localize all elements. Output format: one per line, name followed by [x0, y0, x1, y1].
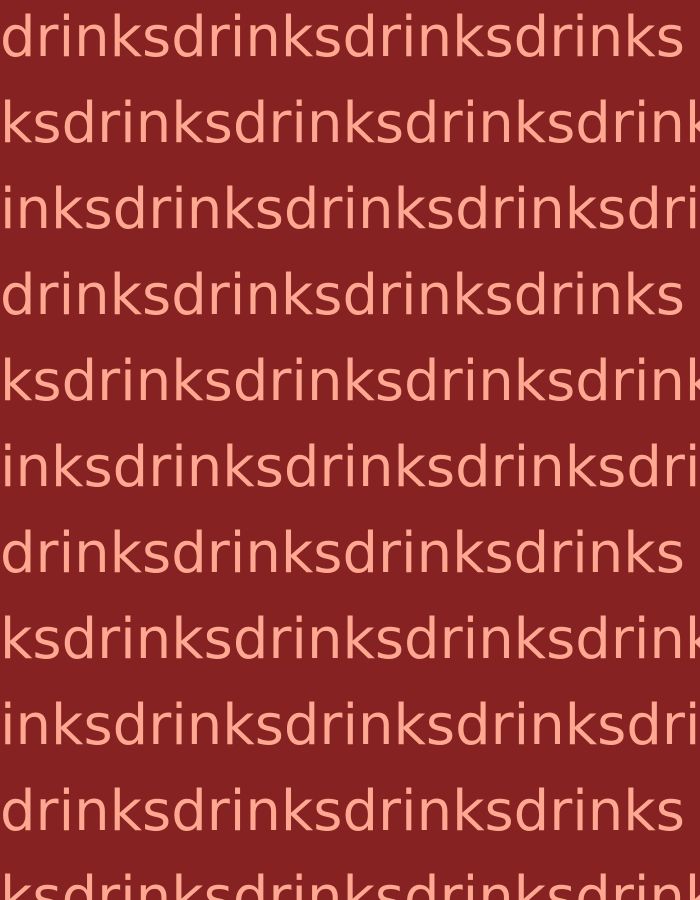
pattern-row-text: drinksdrinksdrinksdrinks — [0, 521, 685, 586]
repeating-word-pattern: drinksdrinksdrinksdrinks ksdrinksdrinksd… — [0, 0, 700, 900]
pattern-row: ksdrinksdrinksdrinksdrinks — [0, 597, 700, 683]
pattern-row-text: inksdrinksdrinksdrinksdrinks — [0, 693, 700, 758]
pattern-row-text: ksdrinksdrinksdrinksdrinks — [0, 607, 700, 672]
pattern-row-text: ksdrinksdrinksdrinksdrinks — [0, 865, 700, 900]
pattern-row-text: inksdrinksdrinksdrinksdrinks — [0, 435, 700, 500]
pattern-row: inksdrinksdrinksdrinksdrinks — [0, 683, 700, 769]
pattern-row-text: drinksdrinksdrinksdrinks — [0, 5, 685, 70]
pattern-row: inksdrinksdrinksdrinksdrinks — [0, 167, 700, 253]
pattern-row-text: drinksdrinksdrinksdrinks — [0, 263, 685, 328]
pattern-row: drinksdrinksdrinksdrinks — [0, 511, 700, 597]
pattern-row-text: inksdrinksdrinksdrinksdrinks — [0, 177, 700, 242]
pattern-row-text: ksdrinksdrinksdrinksdrinks — [0, 91, 700, 156]
pattern-row: ksdrinksdrinksdrinksdrinks — [0, 855, 700, 900]
pattern-row-text: ksdrinksdrinksdrinksdrinks — [0, 349, 700, 414]
pattern-row: drinksdrinksdrinksdrinks — [0, 253, 700, 339]
pattern-row: ksdrinksdrinksdrinksdrinks — [0, 339, 700, 425]
pattern-row-text: drinksdrinksdrinksdrinks — [0, 779, 685, 844]
pattern-row: drinksdrinksdrinksdrinks — [0, 769, 700, 855]
pattern-row: drinksdrinksdrinksdrinks — [0, 0, 700, 81]
pattern-row: inksdrinksdrinksdrinksdrinks — [0, 425, 700, 511]
pattern-row: ksdrinksdrinksdrinksdrinks — [0, 81, 700, 167]
